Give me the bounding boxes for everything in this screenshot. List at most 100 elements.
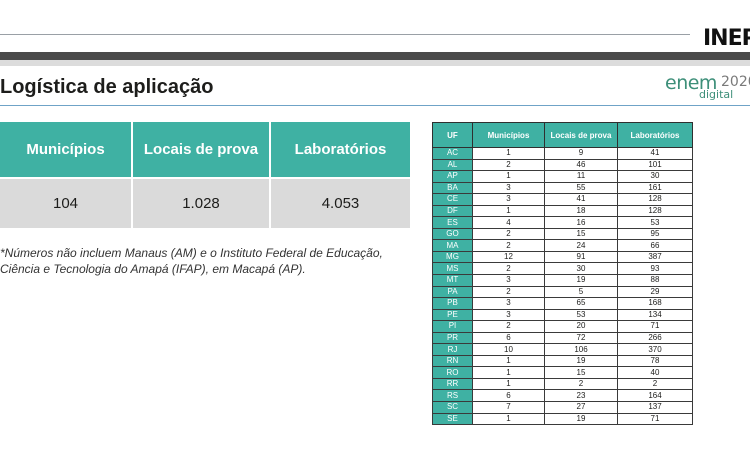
municipios-cell: 2 <box>472 239 545 252</box>
municipios-cell: 1 <box>472 377 545 391</box>
uf-cell: SE <box>432 412 473 426</box>
uf-table-body: AC 1 9 41 AL 2 46 101 AP 1 11 30 BA 3 55 161 CE 3 41 128 DF 1… <box>432 147 693 426</box>
laboratorios-cell: 128 <box>617 204 693 218</box>
laboratorios-cell: 93 <box>617 262 693 275</box>
uf-cell: MT <box>432 274 473 287</box>
laboratorios-cell: 30 <box>617 170 693 183</box>
summary-header-municipios: Municípios <box>0 122 133 178</box>
locais-cell: 18 <box>544 204 618 218</box>
locais-cell: 46 <box>544 158 618 172</box>
laboratorios-cell: 128 <box>617 193 693 206</box>
laboratorios-cell: 137 <box>617 401 693 414</box>
municipios-cell: 7 <box>472 401 545 414</box>
table-row: PA 2 5 29 <box>432 285 693 299</box>
table-row: RN 1 19 78 <box>432 354 693 368</box>
uf-cell: PI <box>432 320 473 333</box>
uf-cell: GO <box>432 227 473 241</box>
summary-value-locais: 1.028 <box>132 177 271 228</box>
table-row: ES 4 16 53 <box>432 216 693 229</box>
municipios-cell: 10 <box>472 343 545 356</box>
municipios-cell: 3 <box>472 274 545 287</box>
summary-header-locais: Locais de prova <box>132 122 271 178</box>
uf-cell: MA <box>432 239 473 252</box>
table-row: BA 3 55 161 <box>432 181 693 195</box>
header-top-line <box>0 34 690 35</box>
locais-cell: 16 <box>544 216 618 229</box>
header-dark-band <box>0 52 750 60</box>
table-row: PR 6 72 266 <box>432 331 693 345</box>
locais-cell: 15 <box>544 227 618 241</box>
uf-table-header-row: UF Municípios Locais de prova Laboratóri… <box>432 122 693 148</box>
municipios-cell: 1 <box>472 354 545 368</box>
uf-cell: ES <box>432 216 473 229</box>
summary-header-row: Municípios Locais de prova Laboratórios <box>0 122 410 178</box>
uf-cell: PB <box>432 297 473 310</box>
uf-cell: SC <box>432 401 473 414</box>
locais-cell: 53 <box>544 308 618 322</box>
uf-cell: CE <box>432 193 473 206</box>
municipios-cell: 1 <box>472 170 545 183</box>
uf-cell: MS <box>432 262 473 275</box>
table-row: PE 3 53 134 <box>432 308 693 322</box>
laboratorios-cell: 164 <box>617 389 693 403</box>
enem-digital-logo: enem 2020 digital <box>665 72 750 101</box>
locais-cell: 5 <box>544 285 618 299</box>
municipios-cell: 12 <box>472 250 545 264</box>
locais-cell: 65 <box>544 297 618 310</box>
locais-cell: 41 <box>544 193 618 206</box>
enem-logo-sub: digital <box>699 88 734 101</box>
laboratorios-cell: 88 <box>617 274 693 287</box>
laboratorios-cell: 41 <box>617 147 693 160</box>
uf-cell: RJ <box>432 343 473 356</box>
laboratorios-cell: 95 <box>617 227 693 241</box>
laboratorios-cell: 29 <box>617 285 693 299</box>
table-row: RO 1 15 40 <box>432 366 693 379</box>
locais-cell: 55 <box>544 181 618 195</box>
uf-cell: PA <box>432 285 473 299</box>
uf-cell: RN <box>432 354 473 368</box>
locais-cell: 9 <box>544 147 618 160</box>
laboratorios-cell: 266 <box>617 331 693 345</box>
inep-logo: INEP <box>703 26 750 51</box>
municipios-cell: 2 <box>472 262 545 275</box>
municipios-cell: 2 <box>472 320 545 333</box>
locais-cell: 23 <box>544 389 618 403</box>
municipios-cell: 3 <box>472 308 545 322</box>
municipios-cell: 6 <box>472 389 545 403</box>
laboratorios-cell: 71 <box>617 412 693 426</box>
uf-header-municipios: Municípios <box>472 122 545 148</box>
table-row: AP 1 11 30 <box>432 170 693 183</box>
laboratorios-cell: 53 <box>617 216 693 229</box>
uf-cell: RS <box>432 389 473 403</box>
laboratorios-cell: 40 <box>617 366 693 379</box>
table-row: RJ 10 106 370 <box>432 343 693 356</box>
uf-header-laboratorios: Laboratórios <box>617 122 693 148</box>
locais-cell: 15 <box>544 366 618 379</box>
locais-cell: 11 <box>544 170 618 183</box>
uf-header-uf: UF <box>432 122 473 148</box>
uf-cell: MG <box>432 250 473 264</box>
laboratorios-cell: 168 <box>617 297 693 310</box>
municipios-cell: 3 <box>472 181 545 195</box>
municipios-cell: 1 <box>472 147 545 160</box>
municipios-cell: 1 <box>472 204 545 218</box>
laboratorios-cell: 161 <box>617 181 693 195</box>
municipios-cell: 3 <box>472 193 545 206</box>
municipios-cell: 1 <box>472 412 545 426</box>
laboratorios-cell: 134 <box>617 308 693 322</box>
uf-cell: AC <box>432 147 473 160</box>
summary-header-laboratorios: Laboratórios <box>270 122 410 178</box>
municipios-cell: 6 <box>472 331 545 345</box>
uf-table: UF Municípios Locais de prova Laboratóri… <box>432 122 693 426</box>
table-row: AC 1 9 41 <box>432 147 693 160</box>
locais-cell: 20 <box>544 320 618 333</box>
laboratorios-cell: 387 <box>617 250 693 264</box>
table-row: AL 2 46 101 <box>432 158 693 172</box>
laboratorios-cell: 71 <box>617 320 693 333</box>
locais-cell: 19 <box>544 274 618 287</box>
header-light-band <box>0 60 750 66</box>
title-divider <box>0 105 750 106</box>
table-row: RR 1 2 2 <box>432 377 693 391</box>
summary-value-laboratorios: 4.053 <box>270 177 410 228</box>
laboratorios-cell: 66 <box>617 239 693 252</box>
